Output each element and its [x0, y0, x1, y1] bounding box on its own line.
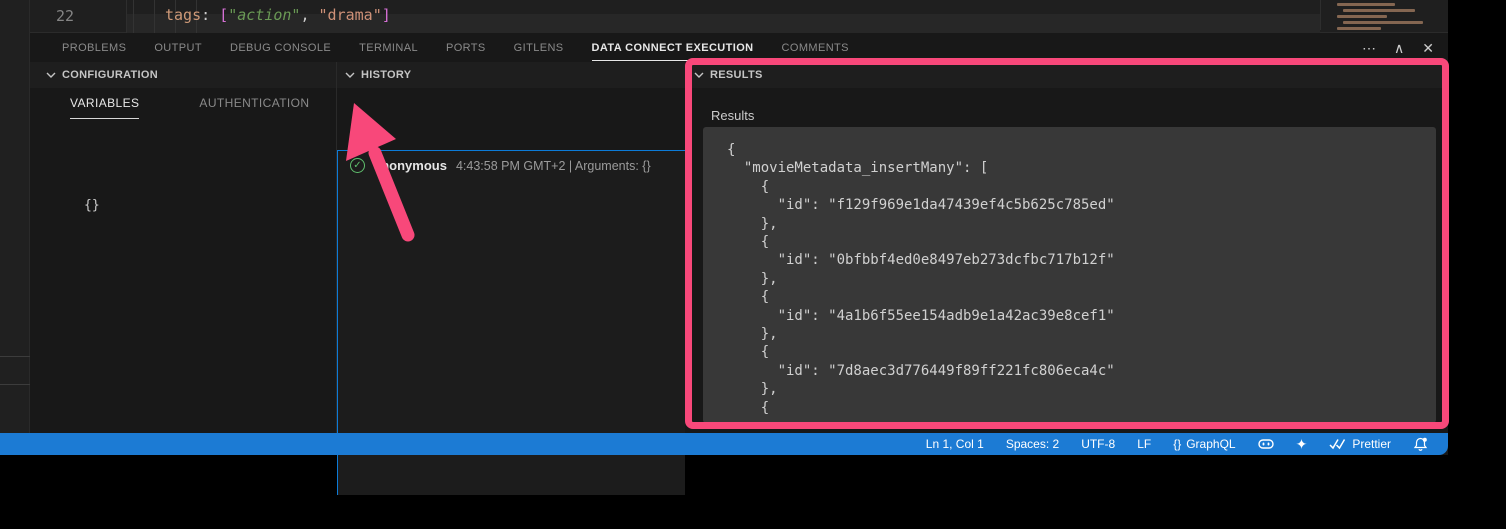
eol-setting[interactable]: LF [1137, 437, 1151, 451]
code-token: tags [165, 6, 201, 24]
tab-comments[interactable]: COMMENTS [782, 42, 849, 54]
maximize-panel-icon[interactable]: ∧ [1394, 40, 1404, 57]
history-section-header[interactable]: HISTORY [337, 62, 685, 88]
history-item-name: anonymous [374, 158, 447, 173]
tab-problems[interactable]: PROBLEMS [62, 42, 126, 54]
status-bar: Ln 1, Col 1 Spaces: 2 UTF-8 LF {} GraphQ… [0, 433, 1448, 455]
editor-area[interactable]: 22 tags: ["action", "drama"] [0, 0, 1448, 33]
minimap-mark [1337, 15, 1387, 18]
tab-authentication[interactable]: AUTHENTICATION [199, 96, 309, 119]
indentation-setting[interactable]: Spaces: 2 [1006, 437, 1059, 451]
results-title: RESULTS [710, 69, 763, 81]
indent-guide [133, 0, 134, 33]
code-token: "action" [228, 6, 300, 24]
tab-ports[interactable]: PORTS [446, 42, 486, 54]
indent-guide [154, 0, 155, 33]
results-output-block[interactable]: { "movieMetadata_insertMany": [ { "id": … [703, 127, 1436, 423]
language-mode[interactable]: {} GraphQL [1173, 437, 1235, 451]
configuration-tabs: VARIABLES AUTHENTICATION [70, 96, 309, 119]
tab-output[interactable]: OUTPUT [154, 42, 202, 54]
results-label: Results [711, 108, 754, 123]
minimap-mark [1343, 21, 1423, 24]
screenshot-canvas: 22 tags: ["action", "drama"] PROBLEMS OU… [0, 0, 1506, 529]
configuration-section-header[interactable]: CONFIGURATION [0, 62, 336, 88]
chevron-down-icon [345, 70, 355, 80]
chevron-down-icon [46, 70, 56, 80]
more-actions-icon[interactable]: ⋯ [1362, 40, 1376, 57]
code-token: , [300, 6, 318, 24]
code-line-22[interactable]: tags: ["action", "drama"] [165, 6, 391, 24]
panel-actions: ⋯ ∧ ✕ [1362, 34, 1434, 62]
tab-variables[interactable]: VARIABLES [70, 96, 139, 119]
results-json: { "movieMetadata_insertMany": [ { "id": … [727, 141, 1436, 417]
copilot-icon[interactable] [1258, 437, 1274, 451]
code-token: [ [219, 6, 228, 24]
language-label: GraphQL [1186, 437, 1235, 451]
variables-editor[interactable]: {} [84, 198, 100, 213]
encoding-setting[interactable]: UTF-8 [1081, 437, 1115, 451]
panel-tab-bar: PROBLEMS OUTPUT DEBUG CONSOLE TERMINAL P… [0, 34, 1448, 62]
tab-terminal[interactable]: TERMINAL [359, 42, 418, 54]
chevron-down-icon [694, 70, 704, 80]
left-edge-rail [0, 0, 30, 433]
minimap-mark [1343, 9, 1415, 12]
code-token: ] [382, 6, 391, 24]
braces-icon: {} [1173, 437, 1181, 451]
minimap[interactable] [1325, 0, 1440, 30]
minimap-border [1320, 0, 1321, 30]
vscode-window: 22 tags: ["action", "drama"] PROBLEMS OU… [0, 0, 1448, 455]
line-number: 22 [38, 7, 74, 25]
sparkle-icon[interactable]: ✦ [1296, 436, 1308, 453]
tab-gitlens[interactable]: GITLENS [514, 42, 564, 54]
double-check-icon [1329, 438, 1347, 450]
close-panel-icon[interactable]: ✕ [1422, 40, 1434, 57]
tab-data-connect-execution[interactable]: DATA CONNECT EXECUTION [592, 42, 754, 54]
rail-divider [0, 384, 30, 385]
tab-debug-console[interactable]: DEBUG CONSOLE [230, 42, 331, 54]
prettier-label: Prettier [1352, 437, 1391, 451]
cursor-position[interactable]: Ln 1, Col 1 [926, 437, 984, 451]
success-check-icon: ✓ [350, 158, 365, 173]
code-token: "drama" [319, 6, 382, 24]
history-title: HISTORY [361, 69, 411, 81]
code-token: : [201, 6, 219, 24]
prettier-status[interactable]: Prettier [1329, 437, 1391, 451]
minimap-mark [1337, 3, 1395, 6]
minimap-mark [1337, 27, 1381, 30]
rail-divider [0, 356, 30, 357]
results-section-header[interactable]: RESULTS [686, 62, 1448, 88]
history-item[interactable]: ✓ anonymous 4:43:58 PM GMT+2 | Arguments… [338, 151, 685, 173]
notifications-bell-icon[interactable] [1413, 437, 1428, 452]
history-item-meta: 4:43:58 PM GMT+2 | Arguments: {} [456, 159, 651, 173]
configuration-title: CONFIGURATION [62, 69, 158, 81]
